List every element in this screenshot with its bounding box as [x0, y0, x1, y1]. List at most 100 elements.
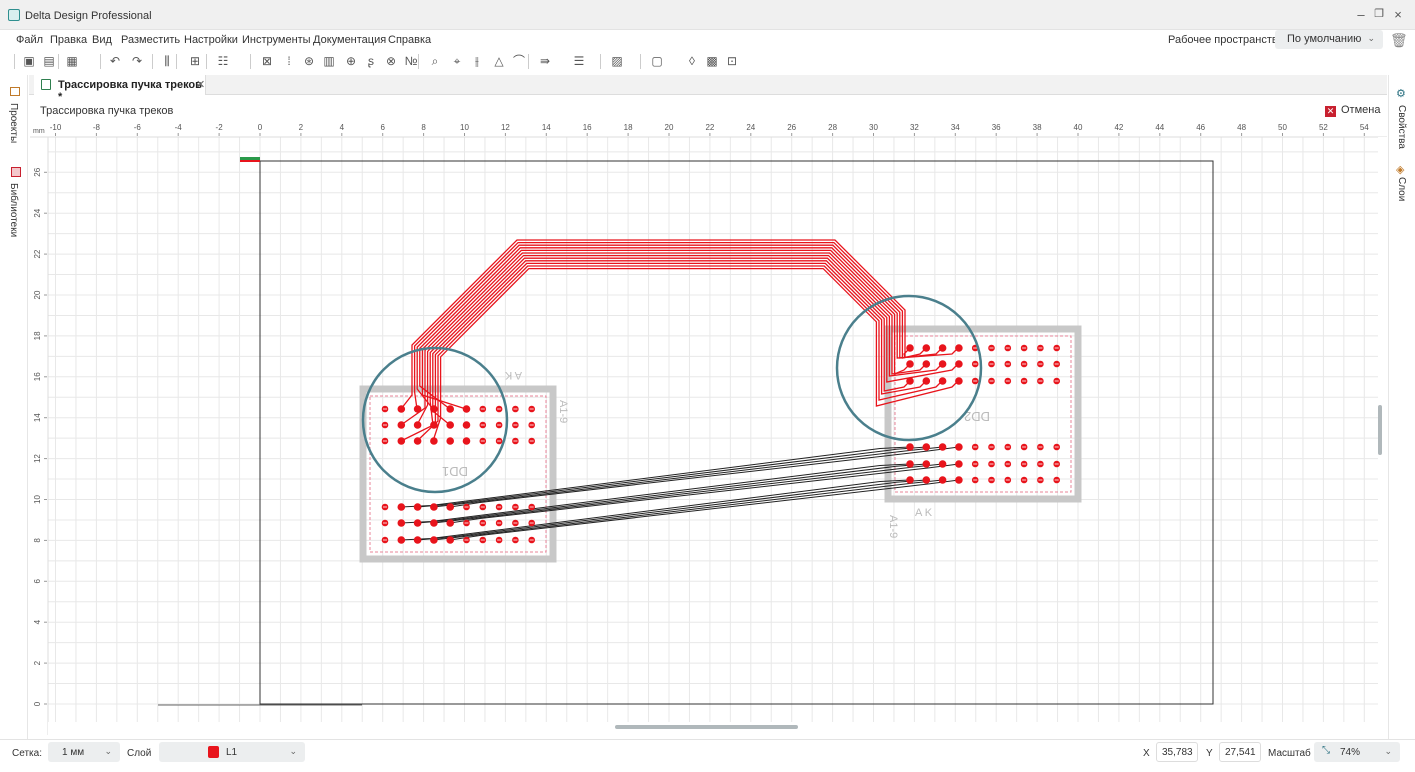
menu-view[interactable]: Вид	[92, 34, 112, 46]
projects-tab[interactable]: Проекты	[8, 103, 19, 143]
table-icon[interactable]: ▦	[65, 54, 79, 68]
grid-select[interactable]: 1 мм ⌄	[48, 742, 120, 762]
layout-icon[interactable]: ☷	[216, 54, 230, 68]
route-icon[interactable]: ʂ	[364, 54, 378, 68]
menu-help[interactable]: Справка	[388, 34, 431, 46]
pcb-canvas[interactable]: DD1 A K A1-9 DD2 A K A1-9 mm -10 -8 -6 -4 -2 0 2 4 6 8 1…	[30, 120, 1387, 735]
drc-icon[interactable]: ▩	[705, 54, 719, 68]
close-tab-icon[interactable]: ✕	[196, 78, 205, 91]
ruler-tick-label: 26	[787, 123, 796, 132]
via-icon[interactable]: ⊛	[302, 54, 316, 68]
vertical-ruler	[30, 137, 48, 735]
arc-icon[interactable]: ⌒	[512, 54, 526, 68]
align-icon[interactable]: ⫼	[160, 54, 174, 68]
bundle-route-icon[interactable]: ⫲	[470, 54, 484, 68]
properties-tab[interactable]: Свойства	[1396, 105, 1407, 149]
pad-routed	[906, 360, 914, 368]
pad-routed	[446, 519, 455, 527]
y-label: Y	[1206, 748, 1213, 759]
ruler-tick-label: 28	[828, 123, 837, 132]
workspace-select[interactable]: По умолчанию ⌄	[1275, 30, 1383, 49]
canvas-background	[48, 137, 1378, 722]
route-interactive-icon[interactable]: ⌖	[450, 54, 464, 68]
crosshair-icon[interactable]: ⊕	[344, 54, 358, 68]
toolbar-separator	[640, 54, 641, 69]
ruler-tick-label: 42	[1114, 123, 1123, 132]
ruler-tick-label: 20	[33, 290, 42, 299]
fit-icon[interactable]: ⤡	[1322, 745, 1330, 756]
maximize-button[interactable]: ❐	[1372, 7, 1386, 20]
distribute-icon[interactable]: ☰	[572, 54, 586, 68]
menu-edit[interactable]: Правка	[50, 34, 87, 46]
numbering-icon[interactable]: №	[404, 54, 418, 68]
ruler-tick-label: 22	[705, 123, 714, 132]
ruler-tick-label: -2	[216, 123, 224, 132]
component-label: A K	[915, 507, 933, 519]
layers-icon: ◈	[1396, 164, 1405, 176]
drop-icon[interactable]: ◊	[685, 54, 699, 68]
save-icon[interactable]: ▣	[22, 54, 36, 68]
menu-place[interactable]: Разместить	[121, 34, 180, 46]
pad-routed	[938, 377, 947, 385]
text-icon[interactable]: ⊡	[725, 54, 739, 68]
grid	[48, 137, 1378, 722]
pad-routed	[462, 405, 471, 413]
pad-routed	[446, 405, 455, 413]
pads-icon[interactable]: ⁞	[282, 54, 296, 68]
component-label: A K	[504, 369, 522, 381]
toolbar-separator	[152, 54, 153, 69]
board-icon[interactable]: ▢	[650, 54, 664, 68]
fill-icon[interactable]: ▨	[610, 54, 624, 68]
horizontal-scroll-thumb	[615, 725, 798, 729]
ruler-tick-label: 32	[910, 123, 919, 132]
undo-icon[interactable]: ↶	[108, 54, 122, 68]
vertical-scroll-thumb	[1378, 405, 1382, 455]
layers-tab[interactable]: Слои	[1396, 177, 1407, 201]
ruler-tick-label: 24	[746, 123, 755, 132]
triangle-icon[interactable]: △	[492, 54, 506, 68]
libraries-tab[interactable]: Библиотеки	[8, 183, 19, 237]
x-coordinate[interactable]: 35,783	[1156, 742, 1198, 762]
pcb-view[interactable]: DD1A KA1-9 DD2A KA1-9 mm -10 -8 -6 -4 -2 0 2 4 6 8 1…	[30, 120, 1387, 735]
minimize-button[interactable]: –	[1354, 7, 1368, 22]
menu-file[interactable]: Файл	[16, 34, 43, 46]
menu-documentation[interactable]: Документация	[313, 34, 386, 46]
component-icon[interactable]: ▥	[322, 54, 336, 68]
pad-routed	[413, 519, 422, 527]
y-coordinate[interactable]: 27,541	[1219, 742, 1261, 762]
redo-icon[interactable]: ↷	[130, 54, 144, 68]
pad-routed	[955, 476, 963, 484]
ruler-tick-label: 14	[33, 413, 42, 422]
cancel-button[interactable]: ✕ Отмена	[1325, 104, 1380, 117]
ruler-tick-label: 20	[665, 123, 674, 132]
scale-select[interactable]: ⤡ 74% ⌄	[1314, 742, 1400, 762]
libraries-icon	[11, 167, 21, 177]
layer-select[interactable]: L1 ⌄	[159, 742, 305, 762]
component-pins-label: A1-9	[557, 400, 569, 423]
layer-value: L1	[226, 747, 238, 758]
align-traces-icon[interactable]: ⇛	[538, 54, 552, 68]
pad-routed	[413, 437, 422, 445]
ruler-tick-label: -10	[50, 123, 62, 132]
document-tabs: Трассировка пучка треков * ✕	[29, 75, 1387, 103]
ruler-tick-label: 44	[1155, 123, 1164, 132]
menu-settings[interactable]: Настройки	[184, 34, 238, 46]
ruler-tick-label: 18	[624, 123, 633, 132]
save-all-icon[interactable]: ▤	[42, 54, 56, 68]
fanout-icon[interactable]: ⊠	[260, 54, 274, 68]
close-button[interactable]: ×	[1391, 7, 1405, 22]
trash-icon[interactable]: 🗑	[1390, 32, 1408, 49]
component-pins-label: A1-9	[887, 515, 899, 538]
pad-routed	[938, 360, 947, 368]
tab-bundle-routing[interactable]: Трассировка пучка треков * ✕	[34, 75, 206, 103]
workspace-value: По умолчанию	[1287, 33, 1362, 45]
right-panel: ⚙ Свойства ◈ Слои	[1388, 75, 1415, 739]
menu-tools[interactable]: Инструменты	[242, 34, 311, 46]
probe-icon[interactable]: ⌕	[428, 54, 442, 68]
properties-icon: ⚙	[1396, 88, 1406, 100]
grid-select-icon[interactable]: ⊞	[188, 54, 202, 68]
array-icon[interactable]: ⊗	[384, 54, 398, 68]
pad-routed	[938, 443, 947, 451]
pad-routed	[462, 421, 471, 429]
ruler-tick-label: 8	[421, 123, 426, 132]
